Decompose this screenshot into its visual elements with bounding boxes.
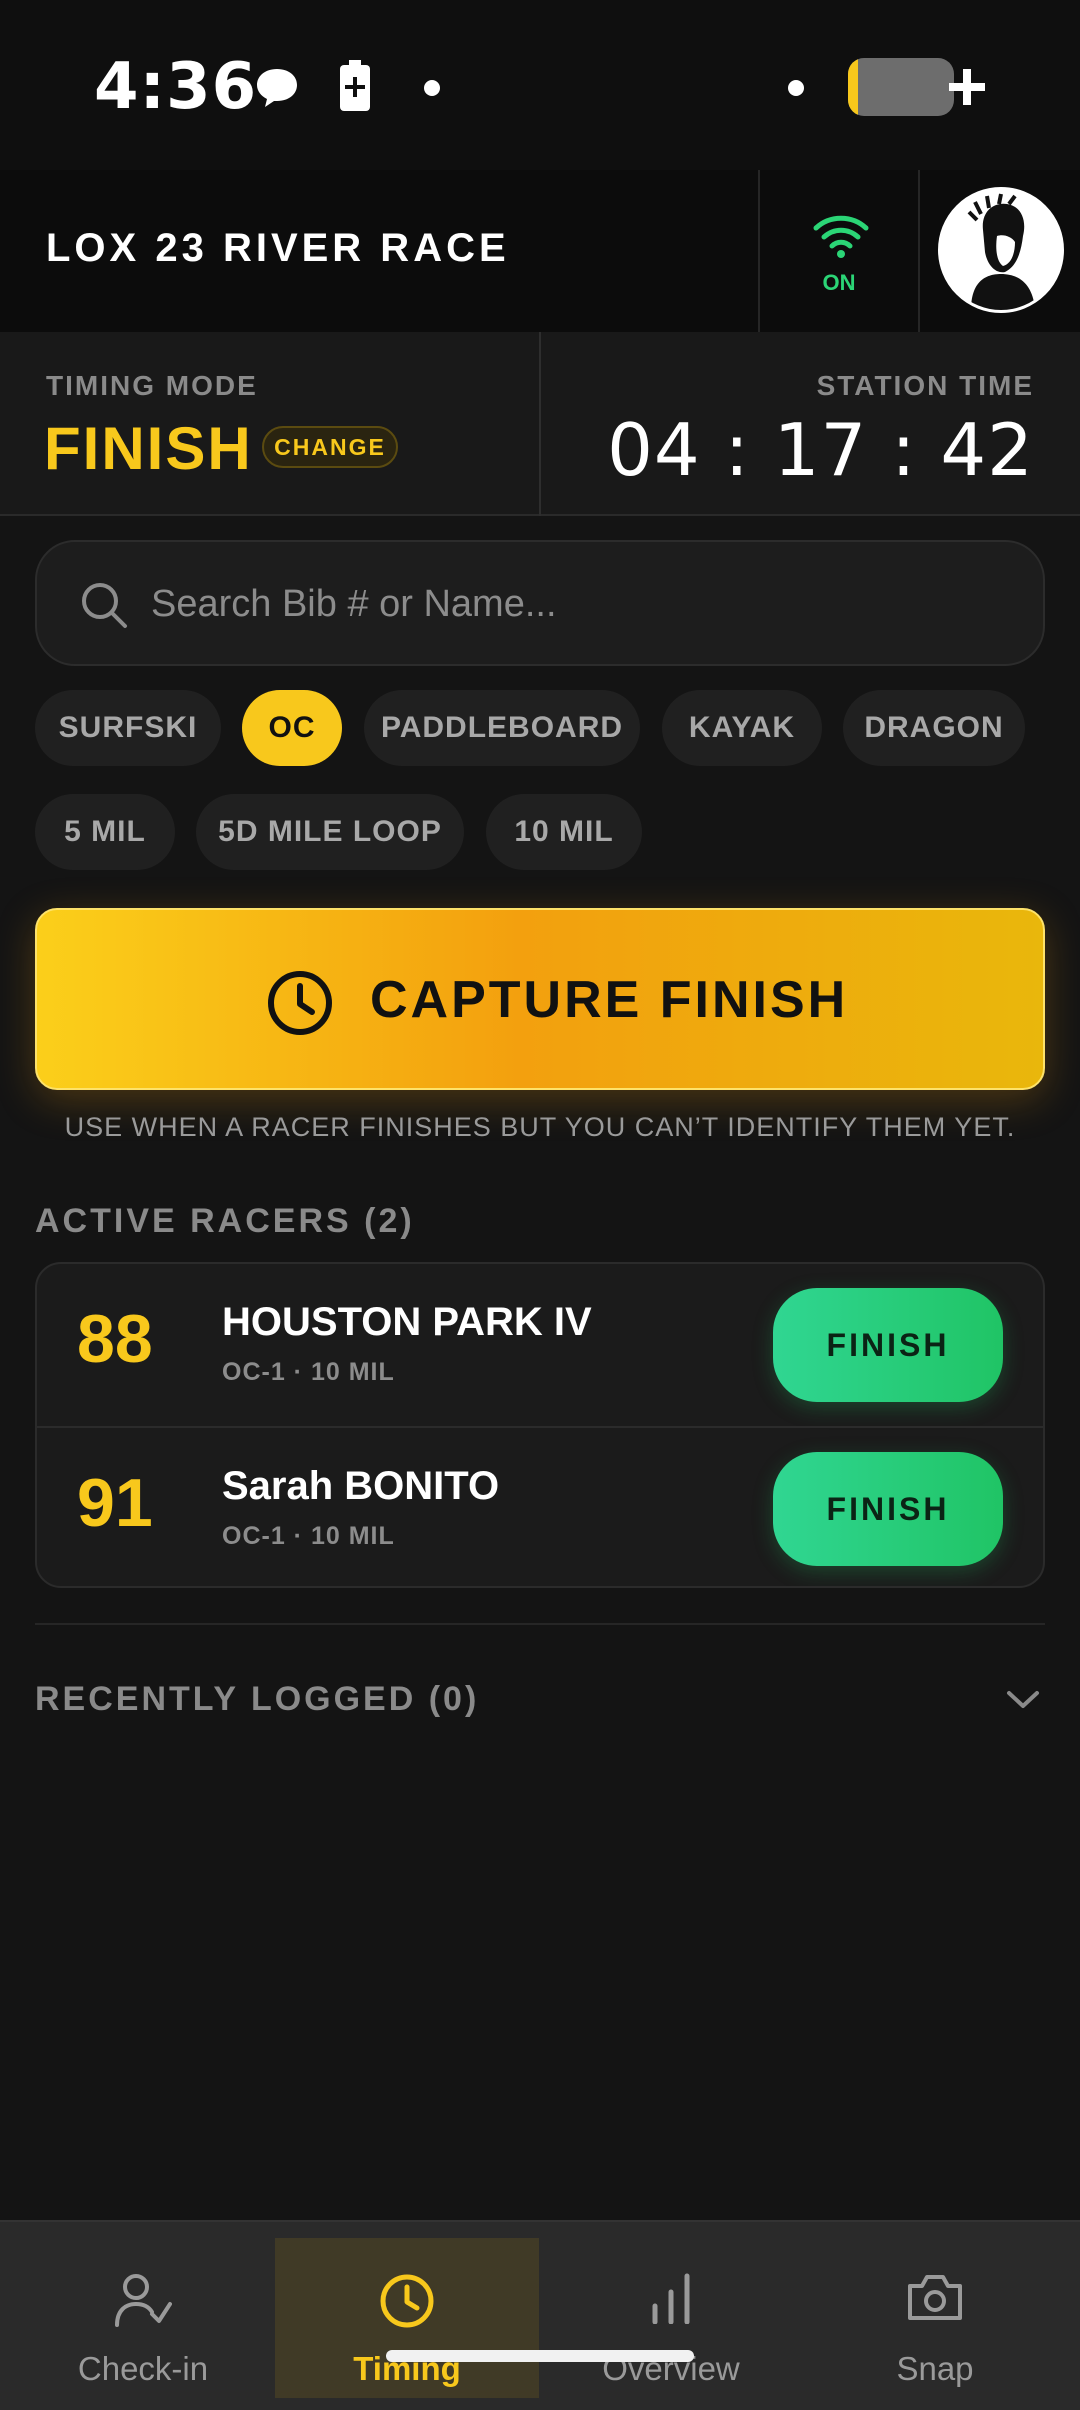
racer-name: Sarah BONITO <box>222 1464 500 1508</box>
home-indicator[interactable] <box>386 2350 694 2362</box>
change-mode-button[interactable]: CHANGE <box>262 426 398 468</box>
dot-icon <box>788 80 804 96</box>
search-input[interactable] <box>151 564 1011 644</box>
timing-divider <box>539 332 541 516</box>
nav-label: Check-in <box>77 2350 209 2387</box>
capture-hint: USE WHEN A RACER FINISHES BUT YOU CAN’T … <box>64 1112 1016 1142</box>
timing-panel: TIMING MODE FINISH CHANGE STATION TIME 0… <box>0 332 1080 516</box>
racer-row: 88 HOUSTON PARK IV OC-1 · 10 MIL FINISH <box>37 1264 1043 1426</box>
connection-label: ON <box>822 270 856 295</box>
bar-chart-icon <box>652 2273 690 2324</box>
nav-overview[interactable]: Overview <box>539 2238 803 2398</box>
avatar[interactable] <box>938 187 1064 313</box>
connection-status[interactable]: ON <box>758 170 920 332</box>
racer-name: HOUSTON PARK IV <box>222 1300 592 1344</box>
active-racers-list: 88 HOUSTON PARK IV OC-1 · 10 MIL FINISH … <box>35 1262 1045 1588</box>
section-divider <box>35 1623 1045 1625</box>
racer-row: 91 Sarah BONITO OC-1 · 10 MIL FINISH <box>37 1426 1043 1586</box>
active-racers-title: ACTIVE RACERS (2) <box>35 1202 415 1240</box>
station-time-label: STATION TIME <box>816 370 1034 401</box>
filter-chip-10-mil[interactable]: 10 MIL <box>486 794 642 870</box>
station-time-value: 04 : 17 : 42 <box>607 408 1034 492</box>
race-title: LOX 23 RIVER RACE <box>46 226 510 270</box>
capture-finish-label: CAPTURE FINISH <box>370 971 849 1029</box>
racer-bib: 91 <box>77 1465 153 1541</box>
battery-saver-icon <box>340 60 370 111</box>
filter-chip-paddleboard[interactable]: PADDLEBOARD <box>364 690 640 766</box>
wifi-icon <box>813 215 869 258</box>
nav-timing[interactable]: Timing <box>275 2238 539 2398</box>
chat-bubble-icon <box>257 69 297 107</box>
timing-mode-label: TIMING MODE <box>46 370 258 401</box>
clock-icon <box>268 971 332 1035</box>
camera-icon <box>908 2275 962 2320</box>
chevron-down-icon[interactable] <box>1004 1688 1042 1712</box>
racer-meta: OC-1 · 10 MIL <box>222 1522 395 1550</box>
search-bar[interactable] <box>35 540 1045 666</box>
filter-chip-5-mil[interactable]: 5 MIL <box>35 794 175 870</box>
filter-chip-kayak[interactable]: KAYAK <box>662 690 822 766</box>
finish-button[interactable]: FINISH <box>773 1452 1003 1566</box>
search-icon <box>82 583 127 628</box>
filter-chip-5d-mile-loop[interactable]: 5D MILE LOOP <box>196 794 464 870</box>
app-header: LOX 23 RIVER RACE ON <box>0 170 1080 332</box>
capture-finish-button[interactable]: CAPTURE FINISH <box>35 908 1045 1090</box>
status-bar: 4:36 <box>0 0 1080 170</box>
filter-chip-dragon[interactable]: DRAGON <box>843 690 1025 766</box>
filter-chip-oc[interactable]: OC <box>242 690 342 766</box>
nav-snap[interactable]: Snap <box>803 2238 1067 2398</box>
nav-label: Snap <box>896 2350 974 2387</box>
finish-button[interactable]: FINISH <box>773 1288 1003 1402</box>
bottom-nav: Check-in Timing Overview Snap <box>0 2220 1080 2410</box>
dot-icon <box>424 80 440 96</box>
racer-bib: 88 <box>77 1301 153 1377</box>
user-check-icon <box>115 2274 172 2327</box>
status-time: 4:36 <box>94 50 258 124</box>
battery-icon <box>848 58 954 116</box>
timing-mode-value: FINISH <box>44 415 253 482</box>
user-avatar-icon <box>941 190 1061 310</box>
nav-check-in[interactable]: Check-in <box>11 2238 275 2398</box>
filter-chip-surfski[interactable]: SURFSKI <box>35 690 221 766</box>
plus-icon <box>949 69 985 105</box>
recently-logged-toggle[interactable]: RECENTLY LOGGED (0) <box>35 1680 479 1719</box>
racer-meta: OC-1 · 10 MIL <box>222 1358 395 1386</box>
clock-icon <box>380 2274 434 2328</box>
